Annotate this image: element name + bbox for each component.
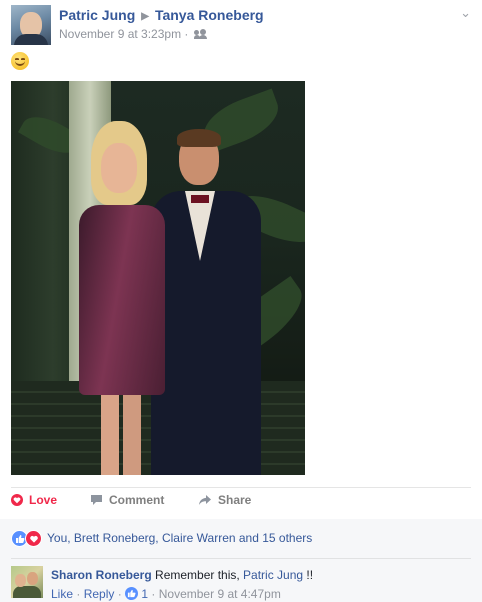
love-label: Love [29,493,58,507]
meta-separator: · [114,587,126,601]
comment-label: Comment [109,493,165,507]
love-button[interactable]: Love [11,493,57,509]
commenter-avatar[interactable] [11,566,43,598]
divider [11,487,471,488]
comment-body: Sharon Roneberg Remember this, Patric Ju… [51,568,313,582]
love-reaction-icon [25,530,42,547]
post-photo[interactable] [11,81,305,475]
share-icon [198,494,212,509]
target-link[interactable]: Tanya Roneberg [155,7,264,23]
share-button[interactable]: Share [198,493,251,509]
post-header: Patric Jung ▶ Tanya Roneberg November 9 at… [11,5,481,45]
reaction-icons[interactable] [11,530,45,548]
action-bar: Love Comment Share [11,493,471,513]
post-title: Patric Jung ▶ Tanya Roneberg [59,7,264,23]
comment-button[interactable]: Comment [90,493,164,509]
author-link[interactable]: Patric Jung [59,7,135,23]
triangle-right-icon: ▶ [141,11,149,22]
comment-like-link[interactable]: Like [51,587,73,601]
meta-separator: · [73,587,84,601]
meta-separator: · [148,587,159,601]
likers-summary-link[interactable]: You, Brett Roneberg, Claire Warren and 1… [47,531,312,545]
comment-text-end: !! [303,568,314,582]
comment-reply-link[interactable]: Reply [84,587,115,601]
mention-link[interactable]: Patric Jung [243,568,303,582]
comment-text: Remember this, [151,568,244,582]
friends-icon[interactable] [193,29,208,39]
chevron-down-icon[interactable]: ⌄ [460,5,471,21]
meta-separator: · [181,27,192,41]
comment-meta: Like · Reply · 1 · November 9 at 4:47pm [51,587,281,601]
comment-item: Sharon Roneberg Remember this, Patric Ju… [0,558,482,602]
heart-icon [11,494,23,509]
post-timestamp[interactable]: November 9 at 3:23pm [59,27,181,41]
post-meta: November 9 at 3:23pm · [59,27,208,41]
comment-timestamp[interactable]: November 9 at 4:47pm [159,587,281,601]
author-avatar[interactable] [11,5,51,45]
smiling-face-emoji [11,52,29,70]
comment-icon [90,494,103,509]
comment-author-link[interactable]: Sharon Roneberg [51,568,152,582]
like-reaction-icon[interactable] [125,587,139,600]
divider [11,558,471,559]
reactions-summary: You, Brett Roneberg, Claire Warren and 1… [0,519,482,558]
share-label: Share [218,493,252,507]
